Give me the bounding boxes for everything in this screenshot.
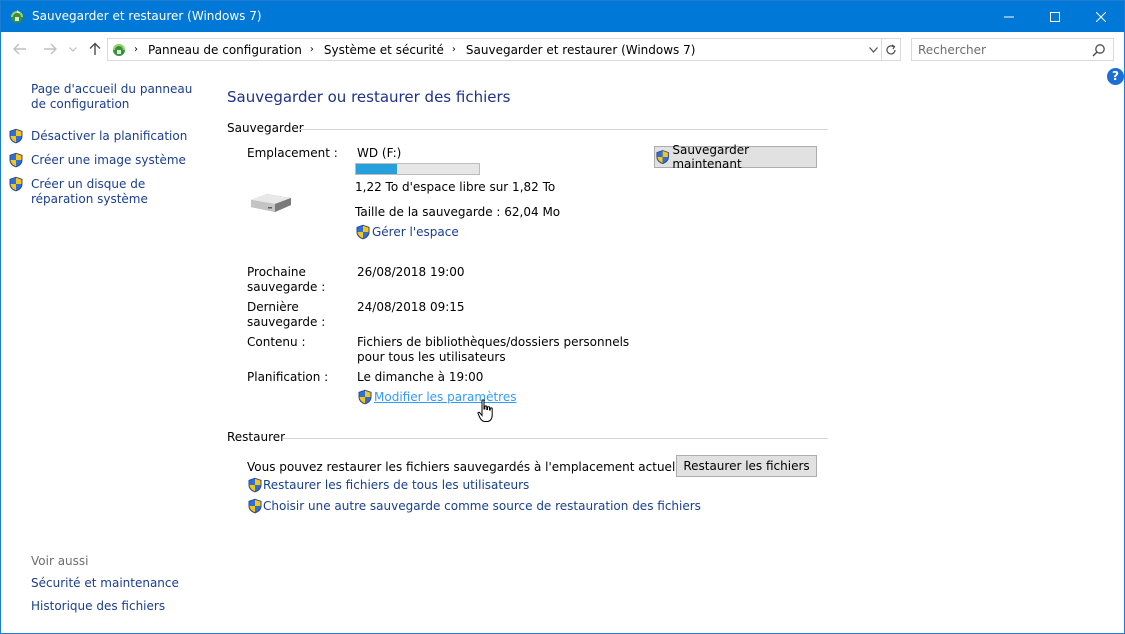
free-space-text: 1,22 To d'espace libre sur 1,82 To [355, 180, 556, 194]
backup-section-divider [299, 129, 828, 130]
maximize-icon [1050, 11, 1060, 22]
restore-files-button[interactable]: Restaurer les fichiers [676, 455, 817, 477]
control-panel-home-link[interactable]: Page d'accueil du panneau de configurati… [31, 82, 206, 112]
refresh-button[interactable] [881, 38, 901, 61]
breadcrumb-separator-icon[interactable]: › [452, 44, 456, 55]
minimize-icon [1004, 16, 1014, 17]
left-pane: Page d'accueil du panneau de configurati… [1, 66, 211, 631]
restore-all-users-link[interactable]: Restaurer les fichiers de tous les utili… [263, 478, 529, 493]
chevron-down-icon [868, 46, 878, 53]
uac-shield-icon [8, 176, 24, 192]
disk-usage-bar [355, 163, 480, 175]
location-label: Emplacement : [247, 146, 338, 160]
schedule-value: Le dimanche à 19:00 [357, 370, 484, 384]
forward-button[interactable] [41, 40, 59, 58]
arrow-up-icon [89, 42, 101, 55]
refresh-icon [885, 43, 896, 54]
uac-shield-icon [247, 498, 263, 514]
back-button[interactable] [11, 40, 29, 58]
arrow-right-icon [44, 43, 57, 55]
app-window: Sauvegarder et restaurer (Windows 7) › P… [0, 0, 1125, 634]
search-icon[interactable] [1092, 43, 1106, 57]
contents-label: Contenu : [247, 335, 306, 349]
breadcrumb-separator-icon: › [134, 44, 138, 55]
security-maintenance-link[interactable]: Sécurité et maintenance [31, 576, 179, 591]
schedule-label: Planification : [247, 370, 329, 384]
arrow-left-icon [13, 43, 26, 55]
recent-locations-button[interactable] [67, 40, 79, 58]
backup-restore-app-icon [11, 10, 23, 23]
backup-now-label: Sauvegarder maintenant [672, 143, 750, 171]
see-also-heading: Voir aussi [31, 554, 89, 568]
restore-description: Vous pouvez restaurer les fichiers sauve… [247, 460, 680, 474]
restore-section-divider [283, 438, 828, 439]
breadcrumb-backup-restore[interactable]: Sauvegarder et restaurer (Windows 7) [466, 43, 696, 57]
search-box[interactable] [911, 38, 1114, 61]
navigation-bar: › Panneau de configuration › Système et … [1, 32, 1124, 66]
next-backup-value: 26/08/2018 19:00 [357, 265, 465, 279]
contents-value: Fichiers de bibliothèques/dossiers perso… [357, 335, 630, 364]
breadcrumb-system-security[interactable]: Système et sécurité [324, 43, 444, 57]
hard-drive-icon [251, 194, 291, 212]
uac-shield-icon [8, 128, 24, 144]
close-icon [1096, 11, 1106, 22]
title-bar[interactable]: Sauvegarder et restaurer (Windows 7) [1, 1, 1124, 32]
last-backup-label: Dernière sauvegarde : [247, 300, 326, 329]
address-dropdown-button[interactable] [865, 39, 881, 60]
manage-space-link[interactable]: Gérer l'espace [372, 225, 459, 240]
up-button[interactable] [86, 40, 104, 58]
uac-shield-icon [357, 389, 373, 405]
backup-section-heading: Sauvegarder [227, 121, 304, 135]
page-title: Sauvegarder ou restaurer des fichiers [227, 88, 511, 106]
hand-cursor-icon [477, 399, 493, 422]
backup-now-button[interactable]: Sauvegarder maintenant [654, 143, 817, 171]
help-icon[interactable]: ? [1107, 68, 1124, 85]
change-settings-link[interactable]: Modifier les paramètres [374, 390, 516, 405]
minimize-button[interactable] [986, 1, 1032, 32]
chevron-down-icon [69, 46, 77, 52]
disable-schedule-link[interactable]: Désactiver la planification [31, 129, 211, 144]
uac-shield-icon [247, 477, 263, 493]
choose-other-backup-link[interactable]: Choisir une autre sauvegarde comme sourc… [263, 499, 701, 514]
main-content: Sauvegarder ou restaurer des fichiers Sa… [227, 66, 1107, 631]
backup-size-text: Taille de la sauvegarde : 62,04 Mo [355, 205, 561, 219]
breadcrumb-control-panel[interactable]: Panneau de configuration [148, 43, 302, 57]
search-input[interactable] [918, 41, 1088, 58]
breadcrumb: › Panneau de configuration › Système et … [130, 39, 699, 60]
create-system-image-link[interactable]: Créer une image système [31, 153, 211, 168]
uac-shield-icon [655, 149, 670, 165]
control-panel-icon [113, 44, 125, 56]
breadcrumb-separator-icon[interactable]: › [310, 44, 314, 55]
next-backup-label: Prochaine sauvegarde : [247, 265, 326, 294]
maximize-button[interactable] [1032, 1, 1078, 32]
uac-shield-icon [355, 224, 371, 240]
restore-files-label: Restaurer les fichiers [683, 459, 810, 473]
create-repair-disc-link[interactable]: Créer un disque de réparation système [31, 177, 201, 207]
window-title: Sauvegarder et restaurer (Windows 7) [32, 9, 262, 23]
drive-name: WD (F:) [357, 146, 402, 160]
last-backup-value: 24/08/2018 09:15 [357, 300, 465, 314]
address-bar[interactable]: › Panneau de configuration › Système et … [107, 38, 882, 61]
close-button[interactable] [1078, 1, 1124, 32]
disk-usage-fill [356, 164, 397, 174]
restore-section-heading: Restaurer [227, 430, 286, 444]
uac-shield-icon [8, 152, 24, 168]
file-history-link[interactable]: Historique des fichiers [31, 599, 165, 614]
